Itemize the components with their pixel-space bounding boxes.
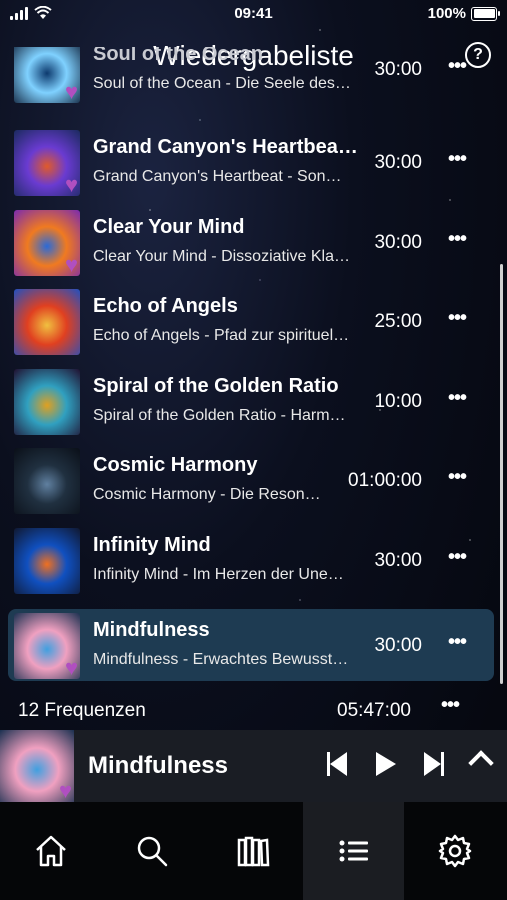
search-icon <box>137 836 168 867</box>
status-bar: 09:41 100% <box>0 0 507 28</box>
track-more-icon[interactable]: ••• <box>448 466 467 489</box>
track-duration: 30:00 <box>374 550 422 571</box>
track-artwork: ♥ <box>14 130 80 196</box>
track-title: Mindfulness <box>93 619 210 641</box>
play-icon[interactable] <box>376 752 396 776</box>
battery-icon <box>471 6 500 21</box>
mini-player[interactable]: ♥ Mindfulness <box>0 730 507 802</box>
track-duration: 30:00 <box>374 152 422 173</box>
track-title: Infinity Mind <box>93 534 211 556</box>
favorite-heart-icon: ♥ <box>64 172 78 196</box>
playlist: ♥ Soul of the Ocean Soul of the Ocean - Di… <box>0 47 507 687</box>
track-row[interactable]: Echo of Angels Echo of Angels - Pfad zur … <box>8 285 494 357</box>
track-duration: 01:00:00 <box>348 470 422 491</box>
previous-track-icon[interactable] <box>327 752 347 776</box>
tab-library[interactable] <box>202 802 303 900</box>
track-artwork <box>14 369 80 435</box>
favorite-heart-icon: ♥ <box>58 778 72 802</box>
track-duration: 30:00 <box>374 59 422 80</box>
track-row[interactable]: ♥ Clear Your Mind Clear Your Mind - Dissoz… <box>8 206 494 278</box>
track-row[interactable]: Spiral of the Golden Ratio Spiral of the … <box>8 365 494 437</box>
tab-search[interactable] <box>101 802 202 900</box>
total-duration: 05:47:00 <box>337 700 411 721</box>
settings-icon <box>438 834 472 868</box>
track-row[interactable]: ♥ Mindfulness Mindfulness - Erwachtes Bewu… <box>8 609 494 681</box>
track-more-icon[interactable]: ••• <box>448 387 467 410</box>
track-row[interactable]: ♥ Soul of the Ocean Soul of the Ocean - Di… <box>8 47 494 105</box>
track-title: Soul of the Ocean <box>93 47 264 65</box>
track-subtitle: Spiral of the Golden Ratio - Harm… <box>93 407 346 424</box>
track-artwork: ♥ <box>14 613 80 679</box>
track-subtitle: Cosmic Harmony - Die Reson… <box>93 486 321 503</box>
track-artwork: ♥ <box>14 210 80 276</box>
scrollbar[interactable] <box>500 264 503 684</box>
next-track-icon[interactable] <box>424 752 444 776</box>
track-title: Spiral of the Golden Ratio <box>93 375 339 397</box>
track-duration: 30:00 <box>374 635 422 656</box>
track-more-icon[interactable]: ••• <box>448 228 467 251</box>
track-subtitle: Mindfulness - Erwachtes Bewusst… <box>93 651 349 668</box>
expand-player-chevron-icon[interactable] <box>468 750 494 776</box>
tab-settings[interactable] <box>404 802 505 900</box>
track-more-icon[interactable]: ••• <box>448 631 467 654</box>
track-row[interactable]: Infinity Mind Infinity Mind - Im Herzen d… <box>8 524 494 596</box>
track-duration: 30:00 <box>374 232 422 253</box>
track-artwork <box>14 289 80 355</box>
favorite-heart-icon: ♥ <box>64 79 78 103</box>
track-count: 12 Frequenzen <box>18 700 146 721</box>
favorite-heart-icon: ♥ <box>64 655 78 679</box>
track-artwork <box>14 448 80 514</box>
track-artwork: ♥ <box>14 47 80 103</box>
track-title: Cosmic Harmony <box>93 454 258 476</box>
home-icon <box>36 835 66 867</box>
tab-playlist[interactable] <box>303 802 404 900</box>
favorite-heart-icon: ♥ <box>64 252 78 276</box>
track-more-icon[interactable]: ••• <box>448 307 467 330</box>
track-subtitle: Clear Your Mind - Dissoziative Kla… <box>93 248 350 265</box>
track-artwork <box>14 528 80 594</box>
track-more-icon[interactable]: ••• <box>448 546 467 569</box>
track-subtitle: Echo of Angels - Pfad zur spirituel… <box>93 327 350 344</box>
track-more-icon[interactable]: ••• <box>448 148 467 171</box>
playlist-more-icon[interactable]: ••• <box>441 694 460 717</box>
track-more-icon[interactable]: ••• <box>448 55 467 78</box>
tab-home[interactable] <box>0 802 101 900</box>
library-icon <box>237 836 270 867</box>
track-title: Grand Canyon's Heartbea… <box>93 136 358 158</box>
playlist-icon <box>339 840 368 862</box>
player-title: Mindfulness <box>88 752 229 779</box>
battery-percent: 100% <box>427 5 466 22</box>
track-subtitle: Soul of the Ocean - Die Seele des… <box>93 75 351 92</box>
player-artwork: ♥ <box>0 730 74 802</box>
playlist-summary: 12 Frequenzen 05:47:00 ••• <box>0 694 507 726</box>
track-subtitle: Grand Canyon's Heartbeat - Son… <box>93 168 342 185</box>
track-subtitle: Infinity Mind - Im Herzen der Une… <box>93 566 344 583</box>
tab-bar <box>0 802 507 900</box>
track-row[interactable]: ♥ Grand Canyon's Heartbea… Grand Canyon's … <box>8 126 494 198</box>
track-duration: 25:00 <box>374 311 422 332</box>
track-duration: 10:00 <box>374 391 422 412</box>
track-title: Echo of Angels <box>93 295 238 317</box>
track-row[interactable]: Cosmic Harmony Cosmic Harmony - Die Reson… <box>8 444 494 516</box>
track-title: Clear Your Mind <box>93 216 245 238</box>
